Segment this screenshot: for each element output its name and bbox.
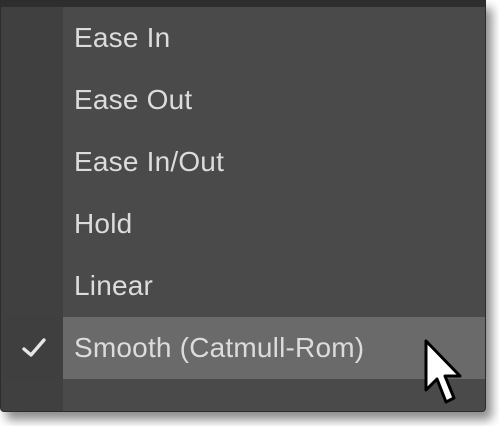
mouse-pointer-icon [424,339,462,404]
menu-item-ease-in-out[interactable]: Ease In/Out [1,131,485,193]
menu-item-label: Ease In [74,22,171,53]
menu-item-ease-in[interactable]: Ease In [1,7,485,69]
check-cell [1,317,63,379]
menu-item-linear[interactable]: Linear [1,255,485,317]
menu-item-ease-out[interactable]: Ease Out [1,69,485,131]
menu-item-smooth-catmull-rom[interactable]: Smooth (Catmull-Rom) [1,317,485,379]
menu-item-label: Ease Out [74,84,193,115]
context-menu-window: Ease In Ease Out Ease In/Out Hold Linear… [0,0,486,412]
menu-item-hold[interactable]: Hold [1,193,485,255]
menu-item-label: Ease In/Out [74,146,225,177]
menu-item-label: Smooth (Catmull-Rom) [74,332,365,363]
menu-item-label: Hold [74,208,133,239]
interpolation-menu: Ease In Ease Out Ease In/Out Hold Linear… [1,7,485,411]
menu-item-label: Linear [74,270,154,301]
checkmark-icon [22,338,46,357]
